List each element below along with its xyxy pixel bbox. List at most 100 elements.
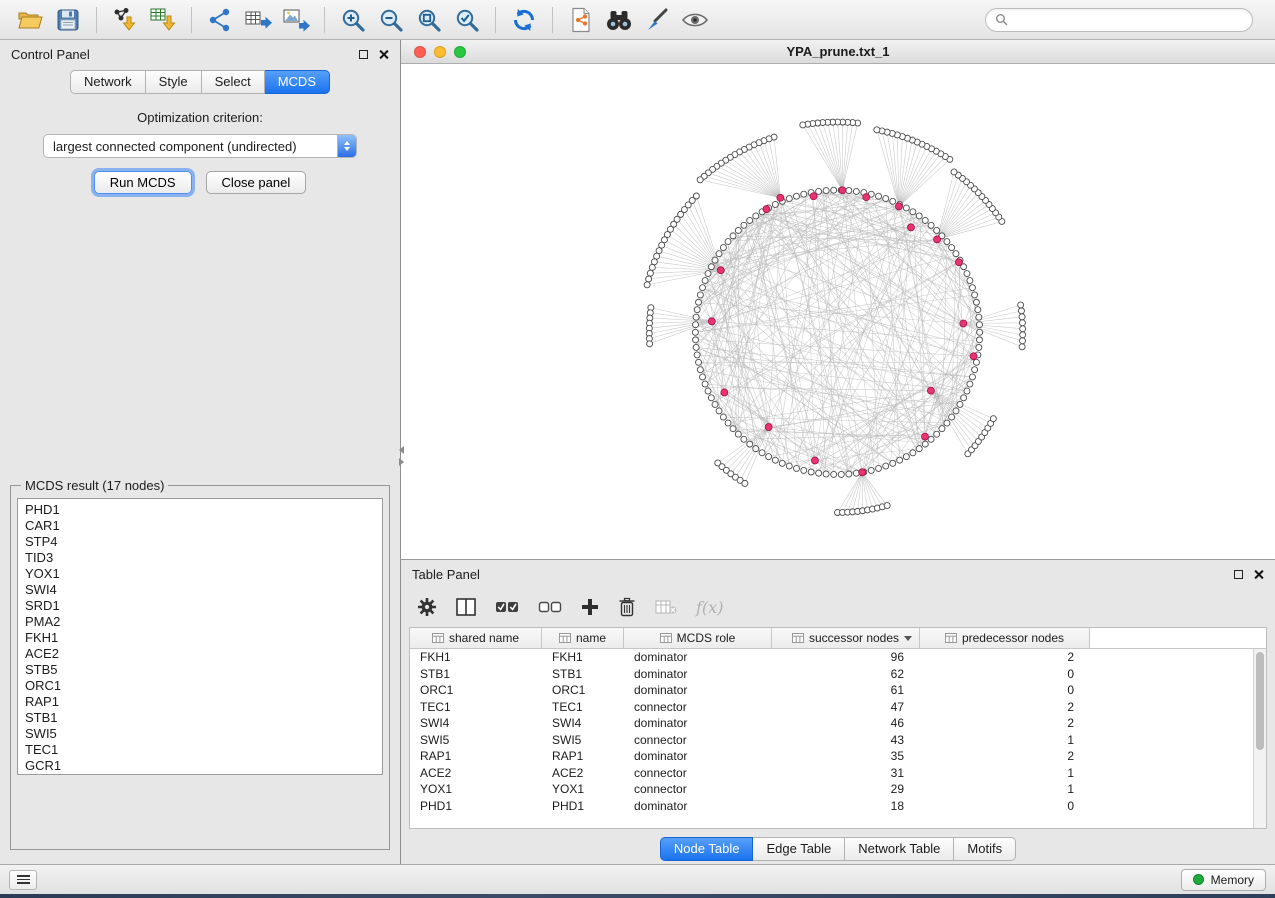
mcds-result-item[interactable]: STB1 <box>25 710 382 726</box>
mcds-result-item[interactable]: FKH1 <box>25 630 382 646</box>
tab-edge-table[interactable]: Edge Table <box>753 837 845 861</box>
mcds-result-item[interactable]: ACE2 <box>25 646 382 662</box>
close-panel-button[interactable]: Close panel <box>206 171 307 194</box>
mcds-result-item[interactable]: YOX1 <box>25 566 382 582</box>
memory-label: Memory <box>1211 873 1254 887</box>
table-cell: dominator <box>624 682 772 699</box>
mcds-result-item[interactable]: PMA2 <box>25 614 382 630</box>
zoom-selected-button[interactable] <box>449 4 485 36</box>
document-share-button[interactable] <box>563 4 599 36</box>
table-row[interactable]: RAP1RAP1dominator352 <box>410 748 1253 765</box>
add-column-button[interactable] <box>581 598 599 616</box>
table-cell: 96 <box>772 649 920 666</box>
status-menu-button[interactable] <box>9 870 37 890</box>
table-row[interactable]: SWI4SWI4dominator462 <box>410 715 1253 732</box>
node-table-body[interactable]: FKH1FKH1dominator962STB1STB1dominator620… <box>410 649 1253 828</box>
optimization-criterion-select[interactable]: largest connected component (undirected) <box>43 134 357 158</box>
memory-button[interactable]: Memory <box>1181 869 1266 891</box>
table-row[interactable]: PHD1PHD1dominator180 <box>410 798 1253 815</box>
network-window-titlebar[interactable]: YPA_prune.txt_1 <box>401 40 1275 64</box>
table-row[interactable]: FKH1FKH1dominator962 <box>410 649 1253 666</box>
search-icon <box>995 13 1008 26</box>
tab-mcds[interactable]: MCDS <box>265 70 330 94</box>
tab-network-table[interactable]: Network Table <box>845 837 954 861</box>
mcds-result-item[interactable]: PHD1 <box>25 502 382 518</box>
search-box[interactable] <box>985 8 1253 32</box>
mcds-result-item[interactable]: TID3 <box>25 550 382 566</box>
tab-node-table[interactable]: Node Table <box>660 837 754 861</box>
mcds-result-item[interactable]: RAP1 <box>25 694 382 710</box>
run-mcds-button[interactable]: Run MCDS <box>94 171 192 194</box>
table-cell: 2 <box>920 748 1090 765</box>
network-canvas[interactable] <box>401 64 1275 559</box>
table-scrollbar[interactable] <box>1253 649 1266 828</box>
close-panel-icon[interactable] <box>378 49 389 60</box>
table-cell: 47 <box>772 699 920 716</box>
select-all-button[interactable] <box>495 598 519 616</box>
export-image-button[interactable] <box>278 4 314 36</box>
zoom-fit-button[interactable] <box>411 4 447 36</box>
window-close-button[interactable] <box>414 46 426 58</box>
table-settings-button[interactable] <box>417 597 437 617</box>
tab-style[interactable]: Style <box>146 70 202 94</box>
zoom-out-button[interactable] <box>373 4 409 36</box>
close-table-panel-icon[interactable] <box>1253 569 1264 580</box>
show-hide-button[interactable] <box>677 4 713 36</box>
find-button[interactable] <box>601 4 637 36</box>
column-header-successor-nodes[interactable]: successor nodes <box>772 628 920 648</box>
import-table-button[interactable] <box>145 4 181 36</box>
scrollbar-thumb[interactable] <box>1256 652 1264 750</box>
delete-column-button[interactable] <box>618 597 636 617</box>
mcds-result-list[interactable]: PHD1CAR1STP4TID3YOX1SWI4SRD1PMA2FKH1ACE2… <box>17 498 383 775</box>
mcds-result-item[interactable]: STB5 <box>25 662 382 678</box>
open-file-button[interactable] <box>12 4 48 36</box>
column-header-predecessor-nodes[interactable]: predecessor nodes <box>920 628 1090 648</box>
mcds-result-item[interactable]: TEC1 <box>25 742 382 758</box>
table-row[interactable]: YOX1YOX1connector291 <box>410 781 1253 798</box>
mcds-result-item[interactable]: CAR1 <box>25 518 382 534</box>
table-row[interactable]: ORC1ORC1dominator610 <box>410 682 1253 699</box>
column-header-name[interactable]: name <box>542 628 624 648</box>
panel-splitter[interactable] <box>396 446 406 468</box>
mcds-result-group: MCDS result (17 nodes) PHD1CAR1STP4TID3Y… <box>10 478 390 850</box>
search-input[interactable] <box>1014 13 1243 27</box>
mcds-result-item[interactable]: GCR1 <box>25 758 382 774</box>
zoom-in-button[interactable] <box>335 4 371 36</box>
tab-network[interactable]: Network <box>70 70 146 94</box>
collapse-left-icon[interactable] <box>399 446 404 454</box>
window-minimize-button[interactable] <box>434 46 446 58</box>
column-type-icon <box>432 633 444 643</box>
table-panel-header: Table Panel <box>401 560 1275 588</box>
refresh-button[interactable] <box>506 4 542 36</box>
mcds-result-item[interactable]: ORC1 <box>25 678 382 694</box>
save-button[interactable] <box>50 4 86 36</box>
export-network-button[interactable] <box>202 4 238 36</box>
tab-select[interactable]: Select <box>202 70 265 94</box>
column-header-shared-name[interactable]: shared name <box>410 628 542 648</box>
deselect-all-button[interactable] <box>538 598 562 616</box>
show-columns-button[interactable] <box>456 598 476 616</box>
save-icon <box>57 9 79 31</box>
table-row[interactable]: STB1STB1dominator620 <box>410 666 1253 683</box>
sort-descending-icon[interactable] <box>904 636 912 641</box>
style-wand-button[interactable] <box>639 4 675 36</box>
table-row[interactable]: ACE2ACE2connector311 <box>410 765 1253 782</box>
column-header-mcds-role[interactable]: MCDS role <box>624 628 772 648</box>
tab-motifs[interactable]: Motifs <box>954 837 1016 861</box>
mcds-result-item[interactable]: STP4 <box>25 534 382 550</box>
mcds-result-item[interactable]: SWI4 <box>25 582 382 598</box>
collapse-right-icon[interactable] <box>399 458 404 466</box>
mcds-result-item[interactable]: SRD1 <box>25 598 382 614</box>
table-row[interactable]: SWI5SWI5connector431 <box>410 732 1253 749</box>
table-row[interactable]: TEC1TEC1connector472 <box>410 699 1253 716</box>
export-table-button[interactable] <box>240 4 276 36</box>
network-window-title: YPA_prune.txt_1 <box>401 44 1275 59</box>
delete-table-button[interactable] <box>655 599 677 615</box>
window-zoom-button[interactable] <box>454 46 466 58</box>
mcds-result-item[interactable]: SWI5 <box>25 726 382 742</box>
network-graph[interactable] <box>401 64 1275 561</box>
float-table-panel-icon[interactable] <box>1234 570 1243 579</box>
import-network-button[interactable] <box>107 4 143 36</box>
function-builder-button[interactable]: f(x) <box>696 598 723 617</box>
float-panel-icon[interactable] <box>359 50 368 59</box>
